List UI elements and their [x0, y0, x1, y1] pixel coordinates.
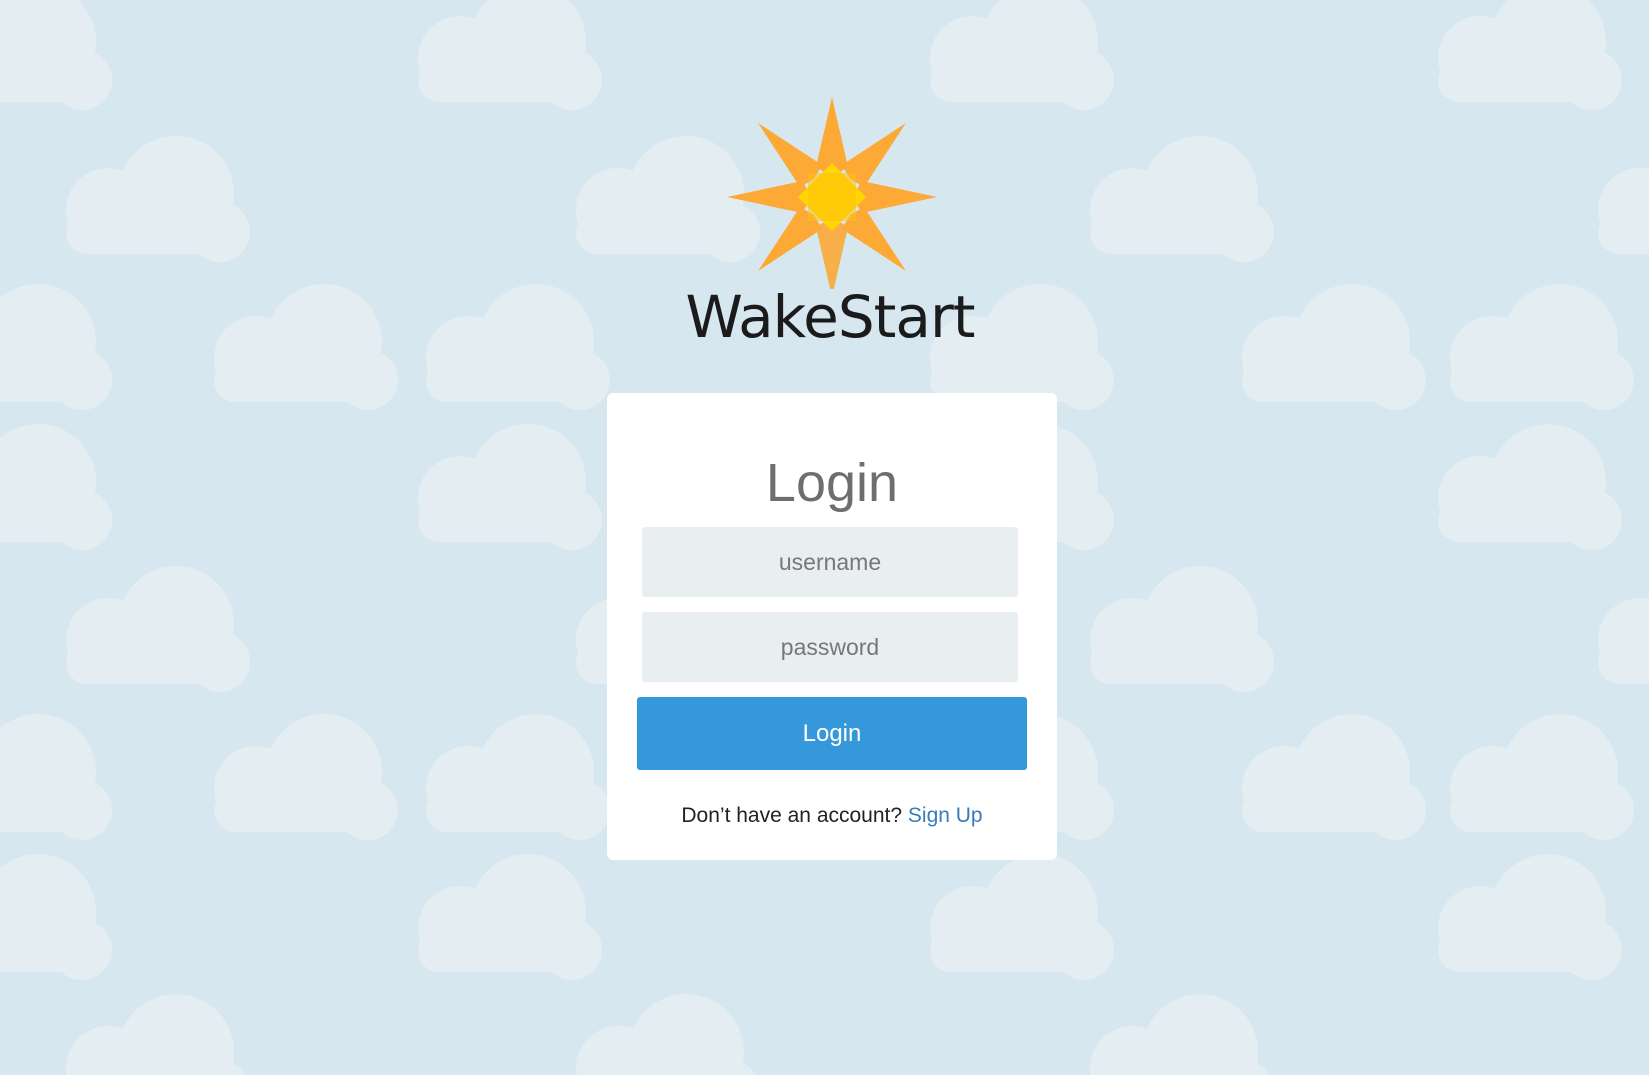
login-button[interactable]: Login — [637, 697, 1027, 770]
signup-prompt-text: Don’t have an account? — [681, 804, 903, 827]
wakestart-logo: WakeStart — [670, 95, 990, 355]
login-title: Login — [765, 453, 899, 513]
sun-star-icon — [727, 97, 937, 289]
password-input[interactable] — [642, 612, 1018, 682]
username-input[interactable] — [642, 527, 1018, 597]
login-card: Login Login Don’t have an account? Sign … — [607, 393, 1057, 860]
signup-link[interactable]: Sign Up — [908, 804, 983, 827]
brand-name: WakeStart — [685, 283, 975, 351]
signup-prompt-line: Don’t have an account? Sign Up — [607, 801, 1057, 831]
